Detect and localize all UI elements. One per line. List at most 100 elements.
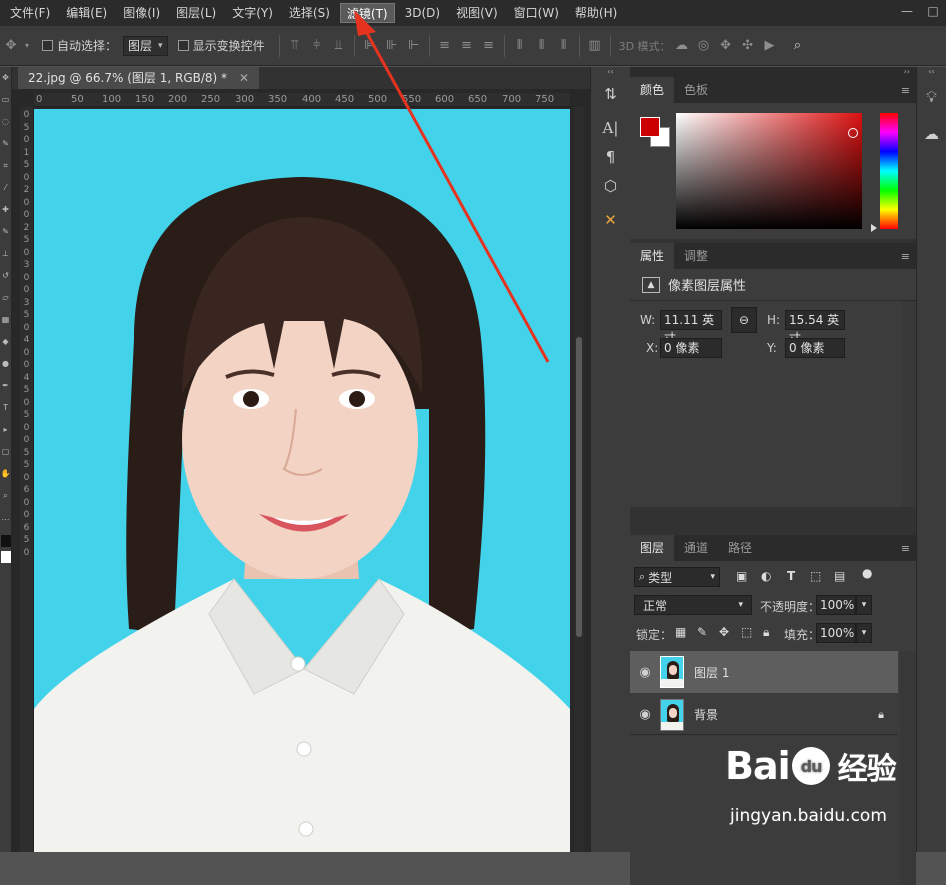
marquee-tool-icon[interactable]: ▭ [0, 89, 11, 111]
filter-type-icon[interactable]: T [787, 569, 795, 583]
chevron-down-icon[interactable]: ▾ [22, 35, 32, 57]
auto-align-icon[interactable]: ▥ [584, 35, 606, 57]
filter-shape-icon[interactable]: ⬚ [810, 569, 821, 583]
scroll-thumb[interactable] [576, 337, 582, 637]
distribute-left-icon[interactable]: ⦀ [509, 35, 531, 57]
link-icon[interactable]: ⊖ [731, 307, 757, 333]
3d-roll-icon[interactable]: ◎ [693, 35, 715, 57]
eyedropper-icon[interactable]: ⁄ [0, 177, 11, 199]
align-top-icon[interactable]: ⫪ [284, 35, 306, 57]
3d-scale-icon[interactable]: ▶ [759, 35, 781, 57]
lock-paint-icon[interactable]: ✎ [697, 625, 707, 639]
lasso-tool-icon[interactable]: ◌ [0, 111, 11, 133]
lock-all-icon[interactable]: 🔒︎ [763, 625, 769, 640]
fill-input[interactable]: 100% [816, 623, 856, 643]
filter-pixel-icon[interactable]: ▣ [736, 569, 747, 583]
expand-icon[interactable]: ›› [630, 67, 916, 77]
menu-type[interactable]: 文字(Y) [226, 3, 279, 23]
foreground-swatch[interactable] [1, 535, 11, 547]
filter-smart-object-icon[interactable]: ▤ [834, 569, 845, 583]
distribute-vcenter-icon[interactable]: ≡ [456, 35, 478, 57]
distribute-bottom-icon[interactable]: ≡ [478, 35, 500, 57]
menu-image[interactable]: 图像(I) [117, 3, 166, 23]
color-field[interactable] [676, 113, 862, 229]
lock-transparent-icon[interactable]: ▦ [675, 625, 686, 639]
align-vcenter-icon[interactable]: ⫩ [306, 35, 328, 57]
3d-slide-icon[interactable]: ✣ [737, 35, 759, 57]
fill-dropdown[interactable]: ▾ [856, 623, 872, 643]
distribute-right-icon[interactable]: ⦀ [553, 35, 575, 57]
3d-pan-icon[interactable]: ✥ [715, 35, 737, 57]
x-input[interactable]: 0 像素 [660, 338, 722, 358]
tab-adjustments[interactable]: 调整 [674, 243, 718, 269]
align-left-icon[interactable]: ⊫ [359, 35, 381, 57]
tab-swatches[interactable]: 色板 [674, 77, 718, 103]
lock-position-icon[interactable]: ✥ [719, 625, 729, 639]
close-icon[interactable]: ✕ [239, 67, 249, 89]
layer-name[interactable]: 背景 [694, 706, 718, 723]
panel-menu-icon[interactable]: ≡ [901, 84, 910, 97]
layer-row[interactable]: ◉ 背景 🔒︎ [630, 695, 898, 735]
color-picker-ring[interactable] [848, 128, 858, 138]
tab-layers[interactable]: 图层 [630, 535, 675, 561]
shape-tool-icon[interactable]: ▢ [0, 441, 11, 463]
menu-view[interactable]: 视图(V) [450, 3, 504, 23]
visibility-eye-icon[interactable]: ◉ [630, 665, 660, 680]
menu-help[interactable]: 帮助(H) [569, 3, 623, 23]
libraries-panel-icon[interactable]: ☁ [917, 117, 946, 151]
visibility-eye-icon[interactable]: ◉ [630, 707, 660, 722]
opacity-input[interactable]: 100% [816, 595, 856, 615]
menu-file[interactable]: 文件(F) [4, 3, 56, 23]
auto-select-checkbox[interactable] [42, 40, 53, 51]
filter-adjustment-icon[interactable]: ◐ [761, 569, 771, 583]
paragraph-panel-icon[interactable]: ¶ [591, 145, 630, 169]
layer-row[interactable]: ◉ 图层 1 [630, 651, 898, 693]
align-bottom-icon[interactable]: ⫫ [328, 35, 350, 57]
minimize-button[interactable]: — [894, 0, 920, 22]
hue-slider-handle[interactable] [871, 224, 877, 232]
menu-layer[interactable]: 图层(L) [170, 3, 222, 23]
zoom-tool-icon[interactable]: ⌕ [0, 485, 11, 507]
move-tool-icon[interactable]: ✥ [0, 35, 22, 57]
gradient-tool-icon[interactable]: ▦ [0, 309, 11, 331]
search-icon[interactable]: ⌕ [787, 35, 809, 57]
menu-select[interactable]: 选择(S) [283, 3, 336, 23]
hue-slider[interactable] [880, 113, 898, 229]
menu-3d[interactable]: 3D(D) [399, 3, 446, 23]
y-input[interactable]: 0 像素 [785, 338, 845, 358]
width-input[interactable]: 11.11 英寸 [660, 310, 722, 345]
tool-presets-icon[interactable]: ✕ [591, 203, 630, 237]
maximize-button[interactable]: □ [920, 0, 946, 22]
transform-controls-checkbox[interactable] [177, 40, 189, 51]
filter-toggle-icon[interactable]: ● [862, 566, 872, 580]
collapse-icon[interactable]: ‹‹ [917, 67, 946, 77]
quick-select-icon[interactable]: ✎ [0, 133, 11, 155]
tab-channels[interactable]: 通道 [674, 535, 718, 561]
document-tab[interactable]: 22.jpg @ 66.7% (图层 1, RGB/8) * ✕ [18, 67, 260, 89]
blend-mode-dropdown[interactable]: 正常 ▾ [634, 595, 752, 615]
foreground-color-swatch[interactable] [640, 117, 660, 137]
image-canvas[interactable] [34, 109, 570, 852]
panel-menu-icon[interactable]: ≡ [901, 542, 910, 555]
hand-tool-icon[interactable]: ✋ [0, 463, 11, 485]
crop-tool-icon[interactable]: ⌗ [0, 155, 11, 177]
stamp-tool-icon[interactable]: ⊥ [0, 243, 11, 265]
path-select-icon[interactable]: ▸ [0, 419, 11, 441]
eraser-tool-icon[interactable]: ▱ [0, 287, 11, 309]
background-swatch[interactable] [1, 551, 11, 563]
vertical-scrollbar[interactable] [574, 107, 584, 852]
3d-orbit-icon[interactable]: ☁ [671, 35, 693, 57]
opacity-dropdown[interactable]: ▾ [856, 595, 872, 615]
history-brush-icon[interactable]: ↺ [0, 265, 11, 287]
layer-name[interactable]: 图层 1 [694, 664, 729, 681]
menu-filter[interactable]: 滤镜(T) [339, 3, 395, 23]
character-panel-icon[interactable]: A| [591, 111, 630, 145]
3d-panel-icon[interactable]: ⬡ [591, 169, 630, 203]
properties-scrollbar[interactable] [902, 301, 916, 507]
collapse-icon[interactable]: ‹‹ [591, 67, 630, 77]
distribute-hcenter-icon[interactable]: ⦀ [531, 35, 553, 57]
brush-tool-icon[interactable]: ✎ [0, 221, 11, 243]
panel-menu-icon[interactable]: ≡ [901, 250, 910, 263]
blur-tool-icon[interactable]: ◆ [0, 331, 11, 353]
tab-paths[interactable]: 路径 [718, 535, 762, 561]
